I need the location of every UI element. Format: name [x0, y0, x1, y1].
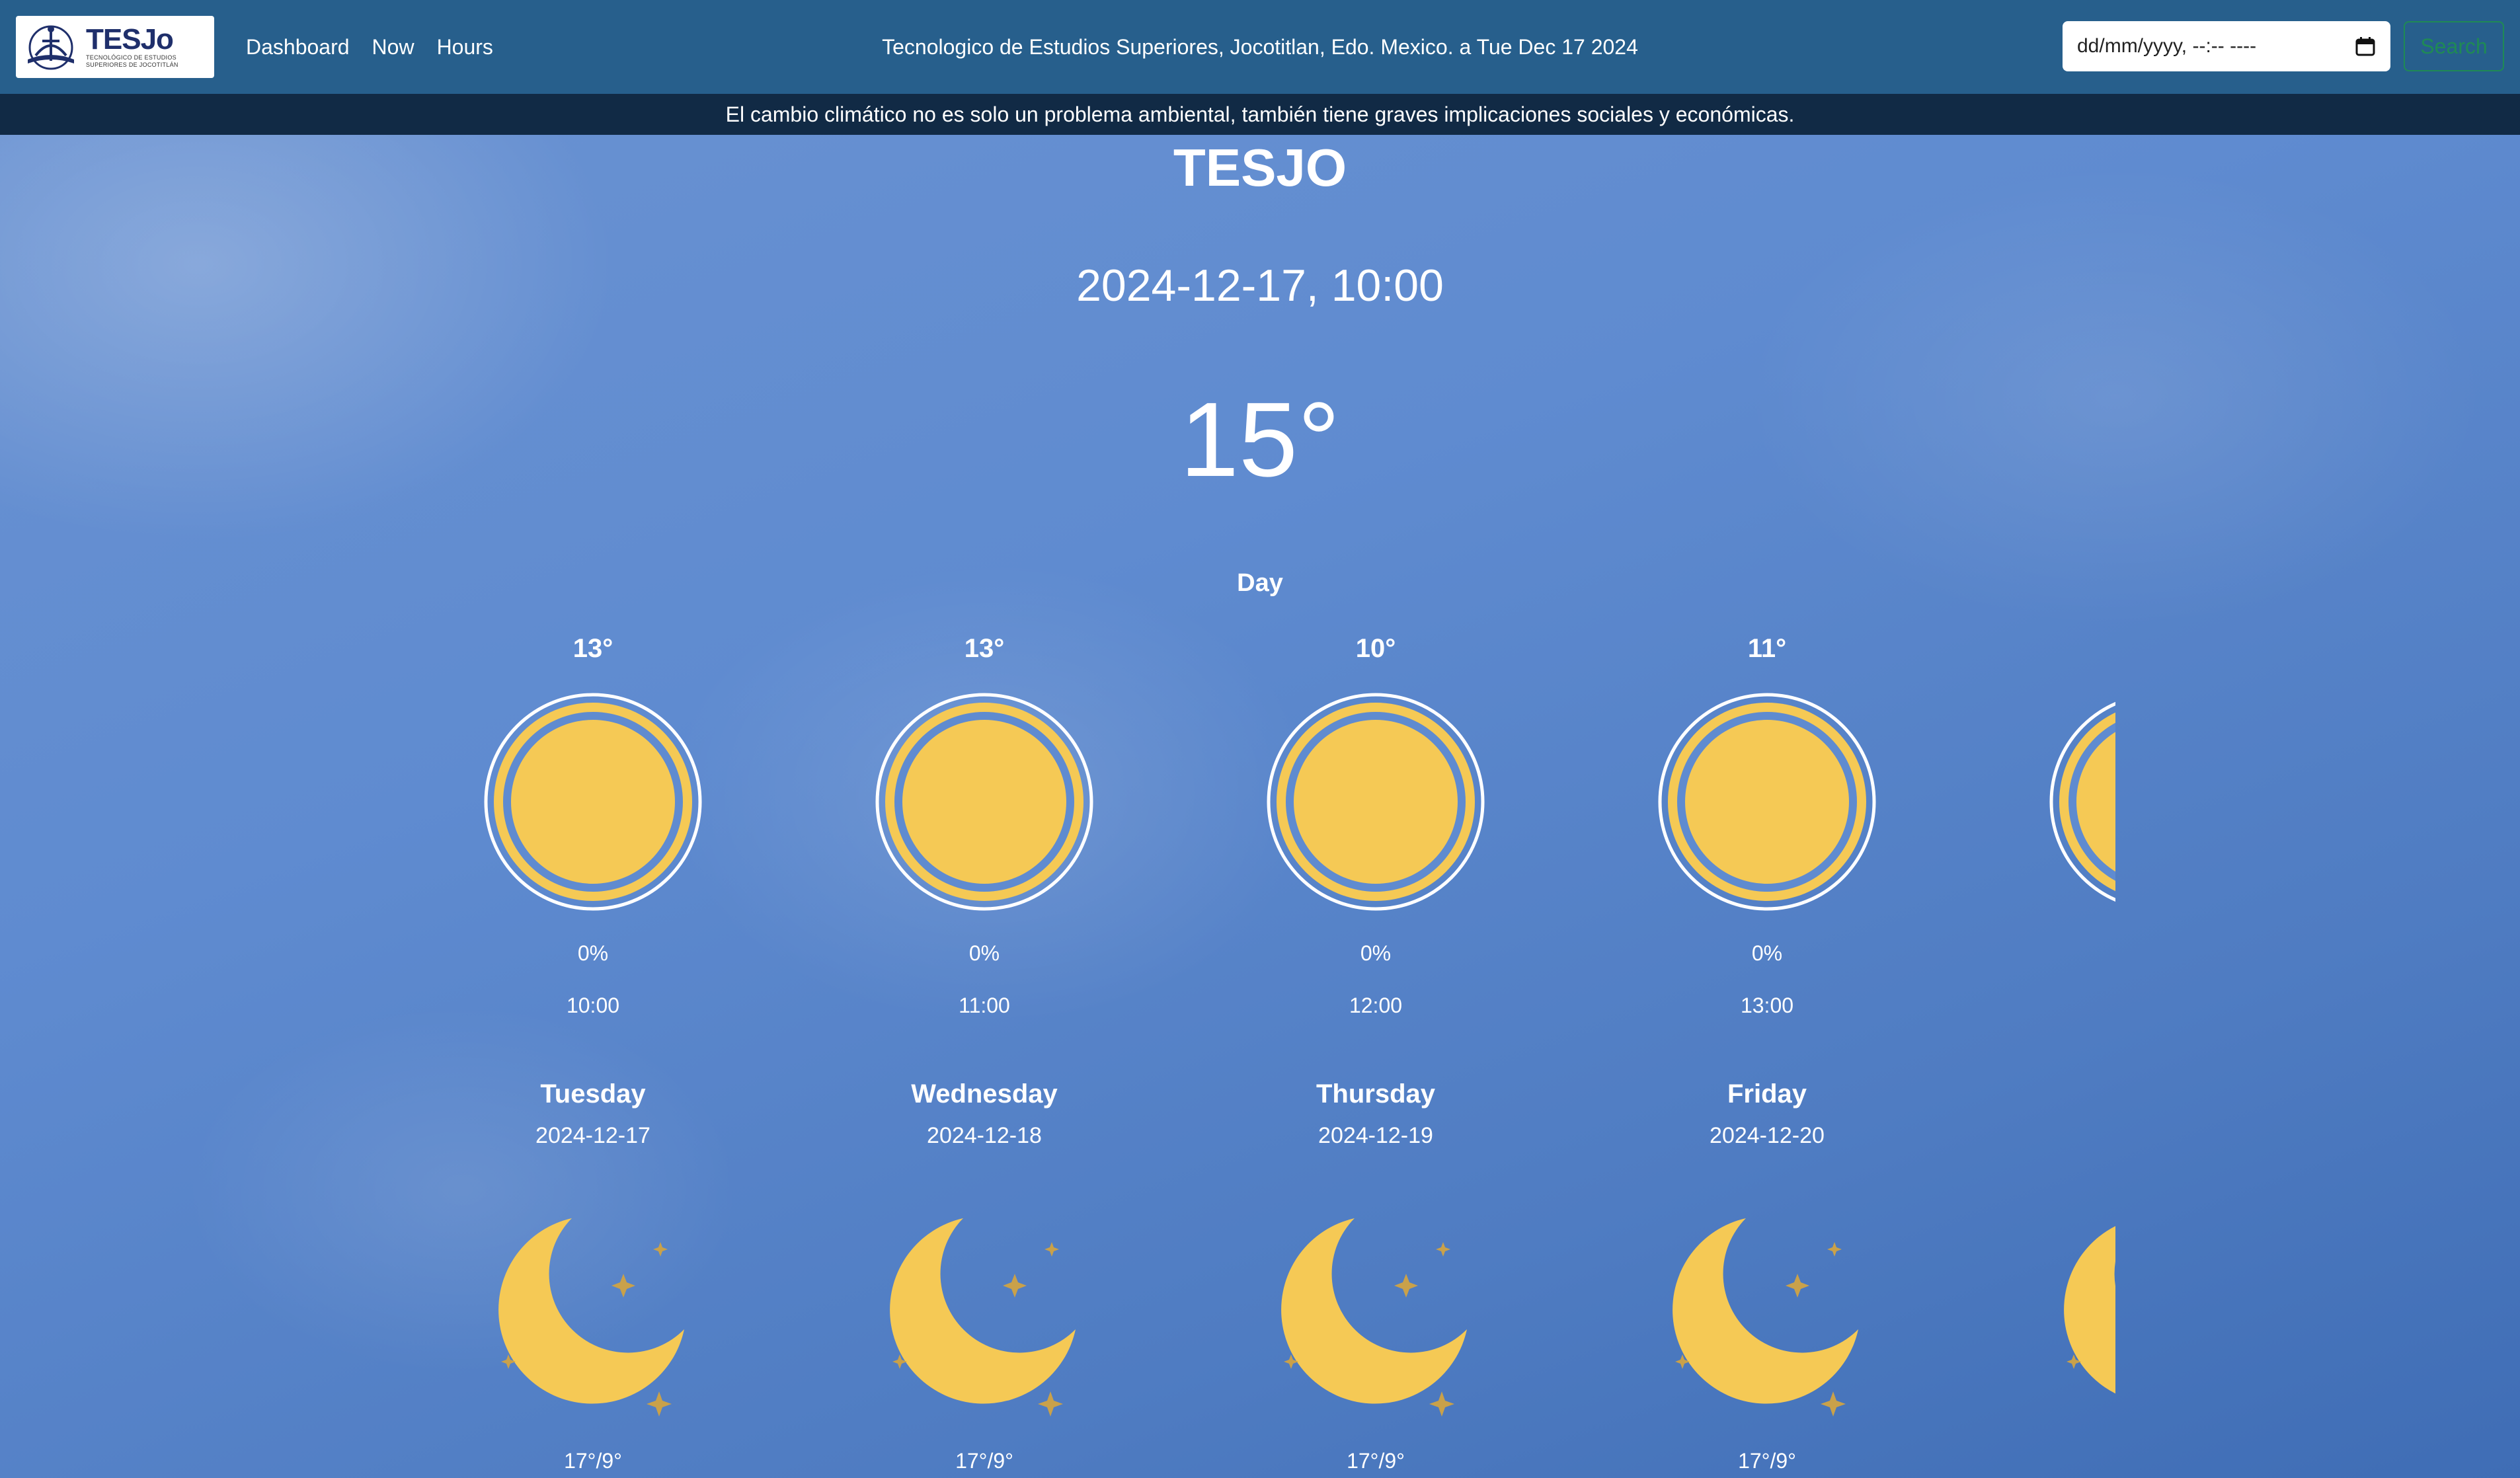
search-button[interactable]: Search: [2404, 21, 2504, 71]
day-date: 2024-12-17: [535, 1123, 650, 1148]
hour-time: 13:00: [1740, 993, 1794, 1017]
logo-subtitle: TECNOLÓGICO DE ESTUDIOS SUPERIORES DE JO…: [86, 54, 178, 68]
hour-precipitation: 0%: [1751, 941, 1783, 965]
sun-icon: [484, 693, 702, 911]
sun-icon: [2049, 701, 2115, 902]
hour-temp: 11°: [1747, 634, 1787, 663]
hour-time: 10:00: [566, 993, 620, 1017]
nav-link-dashboard[interactable]: Dashboard: [246, 35, 350, 59]
day-temp-range: 17°/9°: [1738, 1449, 1796, 1473]
current-datetime: 2024-12-17, 10:00: [1076, 260, 1444, 311]
moon-icon: [2064, 1225, 2115, 1394]
nav-link-now[interactable]: Now: [372, 35, 414, 59]
sun-icon: [875, 693, 1093, 911]
daily-forecast-carousel[interactable]: Tuesday 2024-12-17 17°/9° Wednesday 2024…: [461, 1077, 2115, 1478]
day-date: 2: [2026, 1121, 2115, 1150]
current-temperature: 15°: [1180, 380, 1340, 498]
nav-links: Dashboard Now Hours: [246, 0, 493, 94]
datetime-input-placeholder: dd/mm/yyyy, --:-- ----: [2077, 35, 2257, 57]
day-name: S: [2026, 1077, 2115, 1110]
sun-icon: [1658, 693, 1876, 911]
day-name: Tuesday: [540, 1079, 646, 1108]
daily-track: Tuesday 2024-12-17 17°/9° Wednesday 2024…: [461, 1077, 2115, 1478]
day-name: Wednesday: [911, 1079, 1058, 1108]
hour-precipitation: 0%: [1360, 941, 1392, 965]
moon-icon: [890, 1218, 1076, 1417]
moon-icon: [1673, 1218, 1858, 1417]
tesjo-logo[interactable]: TESJo TECNOLÓGICO DE ESTUDIOS SUPERIORES…: [16, 16, 214, 78]
hour-temp: 10°: [1355, 634, 1396, 663]
hour-temp: 13°: [572, 634, 613, 663]
day-name: Friday: [1727, 1079, 1807, 1108]
hour-precipitation: 0%: [968, 941, 1000, 965]
day-temp-range: 17°/9°: [564, 1449, 622, 1473]
climate-banner: El cambio climático no es solo un proble…: [0, 94, 2520, 135]
day-temp-range: 17°/9°: [1347, 1449, 1405, 1473]
datetime-input[interactable]: dd/mm/yyyy, --:-- ----: [2063, 21, 2390, 71]
hour-time: 11:00: [959, 993, 1010, 1017]
day-temp-range: 17°/9°: [955, 1449, 1013, 1473]
place-title: TESJO: [1173, 138, 1347, 197]
location-date-title: Tecnologico de Estudios Superiores, Joco…: [882, 34, 1638, 59]
top-navbar: TESJo TECNOLÓGICO DE ESTUDIOS SUPERIORES…: [0, 0, 2520, 94]
calendar-icon[interactable]: [2355, 36, 2376, 57]
hour-time: 12:00: [1349, 993, 1403, 1017]
nav-link-hours[interactable]: Hours: [437, 35, 493, 59]
day-date: 2024-12-19: [1318, 1123, 1433, 1148]
sun-icon: [1267, 693, 1485, 911]
logo-title: TESJo: [86, 23, 174, 56]
day-date: 2024-12-18: [927, 1123, 1042, 1148]
moon-icon: [498, 1218, 684, 1417]
day-name: Thursday: [1316, 1079, 1436, 1108]
tesjo-emblem-icon: [28, 25, 74, 70]
hourly-forecast-carousel[interactable]: 13° 0% 10:00 13° 0% 11:00 10° 0% 12:00 1…: [461, 620, 2115, 1030]
logo-text: TESJo TECNOLÓGICO DE ESTUDIOS SUPERIORES…: [86, 25, 204, 69]
period-label: Day: [1237, 569, 1283, 597]
day-date: 2024-12-20: [1710, 1123, 1825, 1148]
hour-temp: 13°: [964, 634, 1005, 663]
hour-precipitation: 0%: [577, 941, 609, 965]
hourly-track: 13° 0% 10:00 13° 0% 11:00 10° 0% 12:00 1…: [461, 620, 2115, 1030]
moon-icon: [1281, 1218, 1467, 1417]
